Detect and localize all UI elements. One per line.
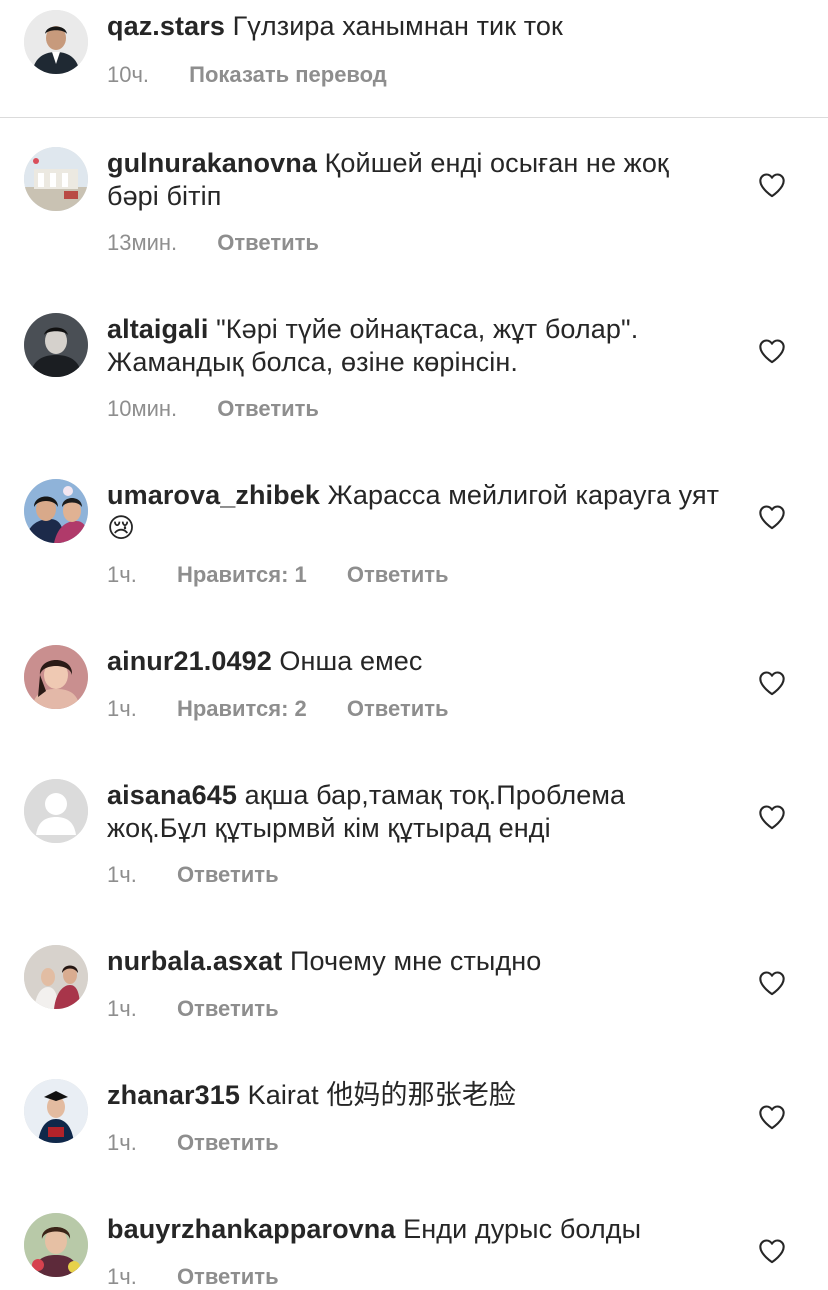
avatar-image xyxy=(24,313,88,377)
timestamp: 10мин. xyxy=(107,396,178,421)
avatar-image xyxy=(24,645,88,709)
comment-text: gulnurakanovna Қойшей енді осыған не жоқ… xyxy=(107,147,727,213)
avatar-image xyxy=(24,479,88,543)
reply-button[interactable]: Ответить xyxy=(217,396,319,422)
reply-button[interactable]: Ответить xyxy=(347,562,449,588)
avatar[interactable] xyxy=(24,479,88,543)
show-translation-button[interactable]: Показать перевод xyxy=(189,62,387,88)
likes-count[interactable]: Нравится: 1 xyxy=(177,562,307,588)
comment-text: ainur21.0492 Онша емес xyxy=(107,645,727,678)
default-avatar-icon xyxy=(24,779,88,843)
avatar[interactable] xyxy=(24,645,88,709)
divider xyxy=(0,117,828,118)
comment-meta: 1ч. Нравится: 2 Ответить xyxy=(107,696,449,722)
comment-body: Почему мне стыдно xyxy=(290,946,542,976)
comment-meta: 1ч. Ответить xyxy=(107,862,279,888)
likes-count[interactable]: Нравится: 2 xyxy=(177,696,307,722)
avatar[interactable] xyxy=(24,147,88,211)
heart-icon[interactable] xyxy=(758,804,786,830)
timestamp: 1ч. xyxy=(107,1264,137,1289)
reply-button[interactable]: Ответить xyxy=(347,696,449,722)
reply-button[interactable]: Ответить xyxy=(177,1130,279,1156)
avatar[interactable] xyxy=(24,1213,88,1277)
comment-meta: 1ч. Ответить xyxy=(107,1130,279,1156)
comment-meta: 10мин. Ответить xyxy=(107,396,319,422)
reply-button[interactable]: Ответить xyxy=(177,862,279,888)
reply-button[interactable]: Ответить xyxy=(217,230,319,256)
comment-text: bauyrzhankapparovna Енди дурыс болды xyxy=(107,1213,727,1246)
reply-button[interactable]: Ответить xyxy=(177,1264,279,1290)
heart-icon[interactable] xyxy=(758,670,786,696)
comment-body: Kairat 他妈的那张老脸 xyxy=(247,1080,517,1110)
heart-icon[interactable] xyxy=(758,970,786,996)
comment-text: zhanar315 Kairat 他妈的那张老脸 xyxy=(107,1079,727,1112)
heart-icon[interactable] xyxy=(758,1104,786,1130)
comment-text: umarova_zhibek Жарасса мейлигой карауга … xyxy=(107,479,727,545)
reply-button[interactable]: Ответить xyxy=(177,996,279,1022)
comment-text: qaz.stars Гүлзира ханымнан тик ток xyxy=(107,10,727,43)
comment-text: nurbala.asxat Почему мне стыдно xyxy=(107,945,727,978)
heart-icon[interactable] xyxy=(758,1238,786,1264)
username[interactable]: qaz.stars xyxy=(107,11,225,41)
avatar[interactable] xyxy=(24,313,88,377)
username[interactable]: aisana645 xyxy=(107,780,237,810)
username[interactable]: zhanar315 xyxy=(107,1080,240,1110)
comment-meta: 1ч. Ответить xyxy=(107,1264,279,1290)
avatar[interactable] xyxy=(24,1079,88,1143)
avatar-image xyxy=(24,1213,88,1277)
username[interactable]: nurbala.asxat xyxy=(107,946,282,976)
avatar-image xyxy=(24,10,88,74)
username[interactable]: bauyrzhankapparovna xyxy=(107,1214,396,1244)
comment-meta: 13мин. Ответить xyxy=(107,230,319,256)
timestamp: 1ч. xyxy=(107,1130,137,1155)
avatar[interactable] xyxy=(24,779,88,843)
username[interactable]: ainur21.0492 xyxy=(107,646,272,676)
timestamp: 1ч. xyxy=(107,696,137,721)
comment-body: Онша емес xyxy=(279,646,423,676)
timestamp: 13мин. xyxy=(107,230,178,255)
comment-text: altaigali "Кәрі түйе ойнақтаса, жұт бола… xyxy=(107,313,727,379)
heart-icon[interactable] xyxy=(758,172,786,198)
comment-meta: 10ч. Показать перевод xyxy=(107,62,387,88)
avatar-image xyxy=(24,945,88,1009)
username[interactable]: umarova_zhibek xyxy=(107,480,320,510)
avatar-image xyxy=(24,1079,88,1143)
avatar-image xyxy=(24,147,88,211)
username[interactable]: gulnurakanovna xyxy=(107,148,317,178)
timestamp: 1ч. xyxy=(107,996,137,1021)
comment-text: aisana645 ақша бар,тамақ тоқ.Проблема жо… xyxy=(107,779,727,845)
timestamp: 10ч. xyxy=(107,62,150,87)
comment-meta: 1ч. Нравится: 1 Ответить xyxy=(107,562,449,588)
comment-body: Енди дурыс болды xyxy=(403,1214,642,1244)
timestamp: 1ч. xyxy=(107,862,137,887)
avatar[interactable] xyxy=(24,945,88,1009)
heart-icon[interactable] xyxy=(758,338,786,364)
comment-body: Гүлзира ханымнан тик ток xyxy=(232,11,563,41)
timestamp: 1ч. xyxy=(107,562,137,587)
comment-meta: 1ч. Ответить xyxy=(107,996,279,1022)
avatar[interactable] xyxy=(24,10,88,74)
username[interactable]: altaigali xyxy=(107,314,208,344)
heart-icon[interactable] xyxy=(758,504,786,530)
